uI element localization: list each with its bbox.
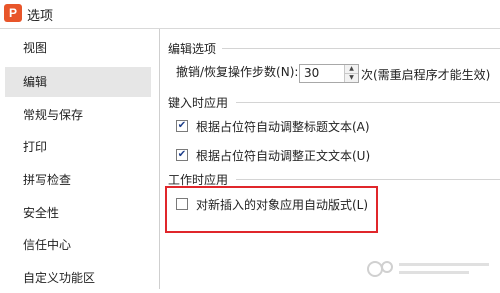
sidebar-item-label: 常规与保存 bbox=[23, 108, 84, 122]
option-label: 根据占位符自动调整正文文本(U) bbox=[196, 149, 371, 163]
option-label: 根据占位符自动调整标题文本(A) bbox=[196, 120, 370, 134]
sidebar-item-general-save[interactable]: 常规与保存 bbox=[5, 100, 151, 130]
undo-steps-note: 次(需重启程序才能生效) bbox=[361, 68, 491, 82]
sidebar-item-trust-center[interactable]: 信任中心 bbox=[5, 230, 151, 260]
sidebar-item-label: 拼写检查 bbox=[23, 173, 72, 187]
undo-steps-label: 撤销/恢复操作步数(N): bbox=[176, 65, 299, 79]
sidebar-item-label: 安全性 bbox=[23, 206, 60, 220]
section-divider bbox=[236, 179, 500, 180]
title-bar: P 选项 bbox=[0, 0, 500, 29]
sidebar-item-spell-check[interactable]: 拼写检查 bbox=[5, 165, 151, 195]
spin-down-icon[interactable]: ▼ bbox=[345, 74, 358, 82]
checkbox[interactable]: ✔ bbox=[176, 120, 188, 132]
window-title: 选项 bbox=[27, 9, 54, 24]
sidebar-item-view[interactable]: 视图 bbox=[5, 33, 151, 63]
section-divider bbox=[222, 48, 500, 49]
spinner-buttons: ▲ ▼ bbox=[344, 65, 358, 82]
app-logo-icon: P bbox=[4, 4, 22, 22]
sidebar-item-label: 自定义功能区 bbox=[23, 271, 96, 285]
checkbox[interactable]: ✔ bbox=[176, 149, 188, 161]
sidebar-item-print[interactable]: 打印 bbox=[5, 132, 151, 162]
sidebar-item-label: 信任中心 bbox=[23, 238, 72, 252]
undo-steps-value[interactable]: 30 bbox=[304, 66, 319, 80]
spin-up-icon[interactable]: ▲ bbox=[345, 65, 358, 74]
section-divider bbox=[236, 102, 500, 103]
sidebar-item-label: 打印 bbox=[23, 140, 48, 154]
section-title-input-apply: 键入时应用 bbox=[168, 94, 233, 111]
highlight-annotation-box bbox=[165, 186, 378, 233]
sidebar-item-label: 视图 bbox=[23, 41, 48, 55]
watermark-logo-icon bbox=[367, 261, 489, 277]
options-sidebar: 视图 编辑 常规与保存 打印 拼写检查 安全性 信任中心 自定义功能区 bbox=[0, 29, 160, 289]
section-title-editing: 编辑选项 bbox=[168, 40, 221, 57]
undo-steps-spinner[interactable]: 30 ▲ ▼ bbox=[299, 64, 359, 83]
sidebar-item-edit[interactable]: 编辑 bbox=[5, 67, 151, 97]
sidebar-item-security[interactable]: 安全性 bbox=[5, 198, 151, 228]
sidebar-item-label: 编辑 bbox=[23, 75, 48, 89]
